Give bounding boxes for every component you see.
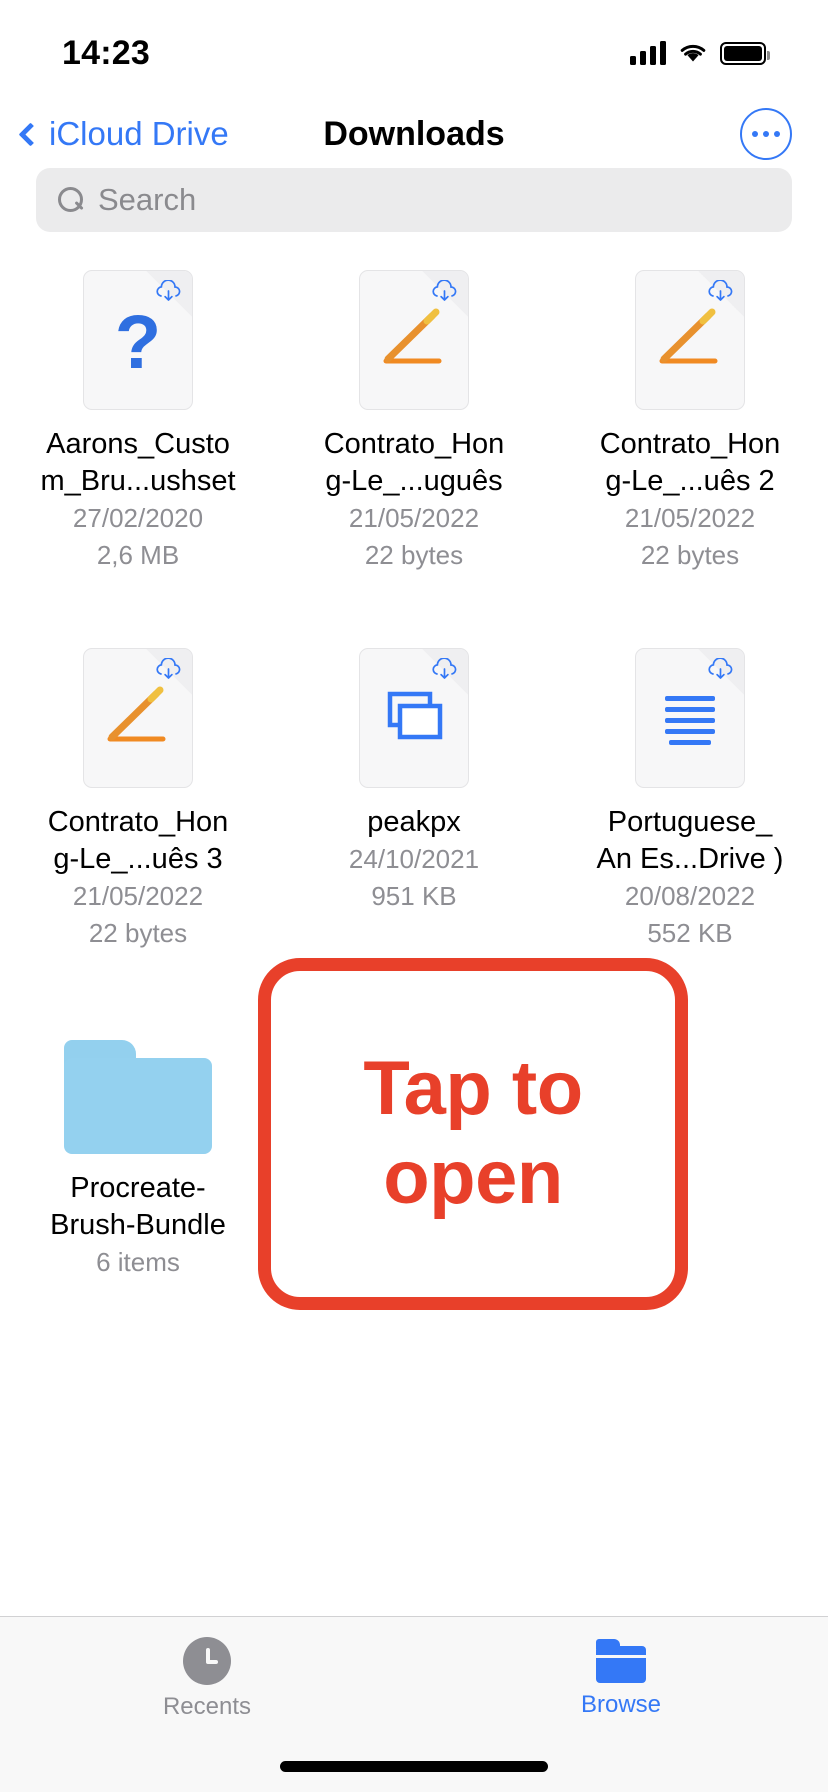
folder-item[interactable]: Procreate- Brush-Bundle 6 items [0,1014,276,1392]
callout-label: Tap to open [363,1045,582,1223]
file-size: 2,6 MB [97,537,179,574]
tab-browse-label: Browse [581,1691,661,1719]
file-date: 21/05/2022 [73,878,203,915]
file-thumbnail [359,648,469,788]
battery-full-icon [720,42,766,65]
search-container: Search [0,168,828,232]
file-name: Contrato_Hon g-Le_...uês 3 [0,804,276,878]
folder-icon [64,1040,212,1154]
folder-item-count: 6 items [96,1244,180,1281]
ellipsis-dot [752,131,758,137]
tab-recents[interactable]: Recents [0,1617,414,1741]
signal-bars-icon [630,41,666,65]
tap-to-open-callout[interactable]: Tap to open [258,958,688,1310]
icloud-download-icon [154,280,184,306]
wifi-icon [678,41,708,65]
page-title: Downloads [0,115,828,154]
file-size: 552 KB [647,915,732,952]
tab-bar: Recents Browse [0,1616,828,1792]
icloud-download-icon [430,658,460,684]
file-name: Portuguese_ An Es...Drive ) [552,804,828,878]
tab-recents-label: Recents [163,1693,251,1721]
file-name: peakpx [276,804,552,841]
file-size: 22 bytes [89,915,187,952]
folder-body [64,1058,212,1154]
search-input[interactable]: Search [36,168,792,232]
file-name: Contrato_Hon g-Le_...uguês [276,426,552,500]
files-app-screen: 14:23 iCloud Drive Downloads Search [0,0,828,1792]
tab-browse[interactable]: Browse [414,1617,828,1741]
ellipsis-dot [774,131,780,137]
file-thumbnail [359,270,469,410]
file-item[interactable]: Contrato_Hon g-Le_...uguês 21/05/2022 22… [276,258,552,636]
ellipsis-dot [763,131,769,137]
file-thumbnail [635,270,745,410]
folder-name: Procreate- Brush-Bundle [0,1170,276,1244]
status-time: 14:23 [62,34,150,73]
status-bar: 14:23 [0,0,828,92]
icloud-download-icon [430,280,460,306]
file-size: 22 bytes [365,537,463,574]
file-item[interactable]: ? Aarons_Custo m_Bru...ushset 27/02/2020… [0,258,276,636]
file-name: Aarons_Custo m_Bru...ushset [0,426,276,500]
file-date: 21/05/2022 [349,500,479,537]
file-thumbnail: ? [83,270,193,410]
home-indicator[interactable] [280,1761,548,1772]
icloud-download-icon [706,280,736,306]
navigation-bar: iCloud Drive Downloads [0,92,828,176]
file-date: 27/02/2020 [73,500,203,537]
status-indicators [630,41,766,65]
folder-icon [596,1639,646,1683]
more-options-button[interactable] [740,108,792,160]
icloud-download-icon [154,658,184,684]
file-thumbnail [635,648,745,788]
file-size: 22 bytes [641,537,739,574]
file-size: 951 KB [371,878,456,915]
file-date: 20/08/2022 [625,878,755,915]
file-thumbnail [83,648,193,788]
icloud-download-icon [706,658,736,684]
file-name: Contrato_Hon g-Le_...uês 2 [552,426,828,500]
file-date: 24/10/2021 [349,841,479,878]
file-date: 21/05/2022 [625,500,755,537]
clock-icon [183,1637,231,1685]
file-item[interactable]: Contrato_Hon g-Le_...uês 3 21/05/2022 22… [0,636,276,1014]
file-item[interactable]: Contrato_Hon g-Le_...uês 2 21/05/2022 22… [552,258,828,636]
search-placeholder: Search [98,182,196,218]
search-icon [58,187,84,213]
